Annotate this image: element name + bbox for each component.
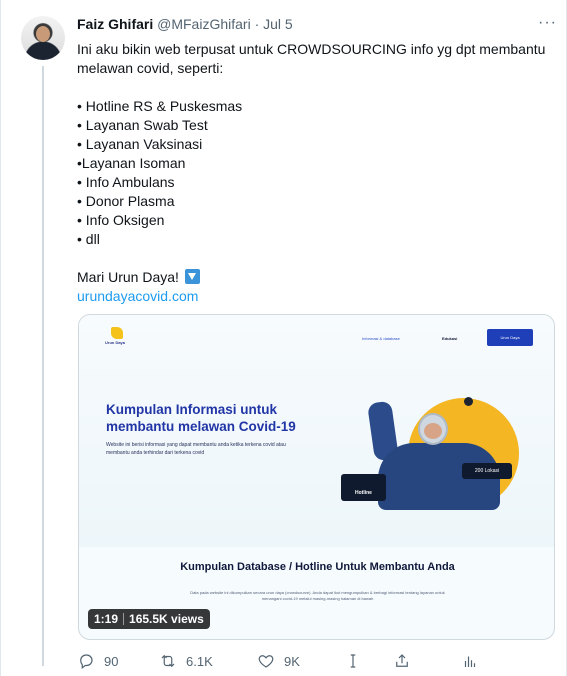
floating-icon — [464, 397, 473, 406]
author-handle[interactable]: @MFaizGhifari — [157, 16, 251, 32]
avatar-face — [36, 26, 50, 42]
site-logo: Urun Daya — [105, 327, 125, 345]
header-separator: · — [254, 16, 260, 32]
video-stats-badge: 1:19 165.5K views — [88, 609, 210, 629]
retweet-count: 6.1K — [186, 653, 213, 669]
cta-text: Mari Urun Daya! — [77, 269, 179, 285]
avatar[interactable] — [21, 16, 65, 60]
share-icon — [396, 654, 408, 667]
like-button[interactable]: 9K — [257, 650, 300, 672]
site-hero-subtitle: Website ini berisi informasi yang dapat … — [106, 442, 286, 456]
site-hero-title: Kumpulan Informasi untuk membantu melawa… — [106, 402, 296, 434]
tweet-header: Faiz Ghifari @MFaizGhifari · Jul 5 — [77, 16, 293, 36]
reply-button[interactable]: 90 — [77, 650, 118, 672]
heart-icon — [258, 655, 274, 668]
website-link[interactable]: urundayacovid.com — [77, 287, 547, 306]
tweet-intro: Ini aku bikin web terpusat untuk CROWDSO… — [77, 41, 546, 76]
reply-icon — [80, 654, 93, 669]
text-cursor-icon — [344, 650, 362, 672]
video-views: 165.5K views — [129, 612, 204, 626]
list-item: •Layanan Isoman — [77, 155, 186, 171]
more-options-icon[interactable]: ··· — [538, 14, 557, 32]
list-item: • Info Ambulans — [77, 174, 175, 190]
logo-text: Urun Daya — [105, 340, 126, 345]
lokasi-card: 200 Lokasi — [462, 463, 512, 479]
down-arrow-emoji-icon — [184, 269, 200, 284]
video-player[interactable]: Urun Daya Informasi & database Edukasi U… — [78, 314, 555, 640]
site-nav-button: Urun Daya — [487, 329, 533, 346]
list-item: • dll — [77, 231, 100, 247]
tweet-text: Ini aku bikin web terpusat untuk CROWDSO… — [77, 40, 547, 306]
tweet-actions: 90 6.1K 9K — [77, 650, 487, 672]
thread-line — [42, 66, 44, 666]
list-item: • Hotline RS & Puskesmas — [77, 98, 243, 114]
like-count: 9K — [284, 653, 300, 669]
analytics-button[interactable] — [461, 650, 479, 672]
list-item: • Donor Plasma — [77, 193, 175, 209]
list-item: • Info Oksigen — [77, 212, 165, 228]
hotline-card: Hotline — [341, 474, 386, 501]
site-section-title: Kumpulan Database / Hotline Untuk Memban… — [180, 561, 455, 573]
reply-count: 90 — [104, 653, 119, 669]
cta-line: Mari Urun Daya! — [77, 268, 547, 287]
frame-left-border — [0, 0, 1, 676]
author-name[interactable]: Faiz Ghifari — [77, 16, 153, 32]
person-face-illustration — [424, 423, 442, 439]
list-item: • Layanan Vaksinasi — [77, 136, 203, 152]
site-section-subtitle: Data pada website ini dikumpulkan secara… — [190, 590, 445, 601]
retweet-button[interactable]: 6.1K — [159, 650, 213, 672]
analytics-icon — [464, 656, 476, 667]
logo-mark-icon — [111, 327, 123, 339]
share-button[interactable] — [393, 650, 411, 672]
post-date[interactable]: Jul 5 — [263, 16, 293, 32]
site-nav-info: Informasi & database — [362, 336, 400, 341]
website-preview-hero: Urun Daya Informasi & database Edukasi U… — [79, 315, 554, 547]
retweet-icon — [161, 654, 175, 668]
video-duration: 1:19 — [94, 612, 119, 626]
site-nav-edukasi: Edukasi — [442, 336, 458, 341]
list-item: • Layanan Swab Test — [77, 117, 208, 133]
text-cursor-glyph — [350, 654, 356, 668]
badge-divider — [123, 613, 125, 625]
